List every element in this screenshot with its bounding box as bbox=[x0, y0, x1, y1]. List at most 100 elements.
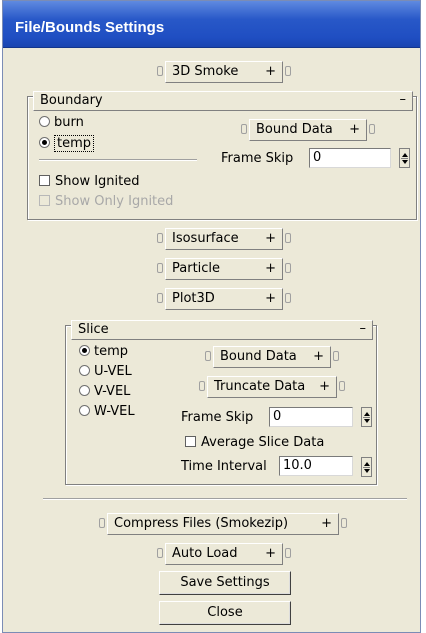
rollout-3d-smoke[interactable]: 3D Smoke + bbox=[157, 61, 297, 85]
rollout-plot3d[interactable]: Plot3D + bbox=[157, 288, 297, 312]
checkbox-box-icon bbox=[39, 175, 50, 186]
time-interval-label: Time Interval bbox=[181, 459, 267, 474]
rollout-button-particle[interactable]: Particle + bbox=[165, 258, 283, 280]
spinner-up-icon bbox=[364, 412, 370, 416]
rollout-slice-truncate-data[interactable]: Truncate Data + bbox=[199, 376, 347, 400]
spinner-down-icon bbox=[402, 160, 408, 164]
rollout-tick-left-icon bbox=[157, 548, 163, 558]
radio-dot-selected-icon bbox=[39, 137, 50, 148]
bound-data-button[interactable]: Bound Data + bbox=[249, 119, 367, 141]
bound-data-label: Bound Data bbox=[256, 122, 333, 137]
expand-plus-icon: + bbox=[265, 546, 276, 561]
expand-plus-icon: + bbox=[265, 261, 276, 276]
expand-plus-icon: + bbox=[265, 291, 276, 306]
rollout-button-plot3d[interactable]: Plot3D + bbox=[165, 288, 283, 310]
rollout-button-isosurface[interactable]: Isosurface + bbox=[165, 228, 283, 250]
expand-plus-icon: + bbox=[319, 379, 330, 394]
slice-frame-skip-input[interactable]: 0 bbox=[269, 407, 353, 427]
rollout-tick-right-icon bbox=[369, 124, 375, 134]
spinner-up-icon bbox=[364, 462, 370, 466]
boundary-panel-header[interactable]: Boundary – bbox=[33, 91, 413, 111]
rollout-label-3d-smoke: 3D Smoke bbox=[172, 64, 239, 79]
average-slice-data-label: Average Slice Data bbox=[201, 435, 325, 450]
radio-label-v-vel: V-VEL bbox=[94, 384, 131, 399]
show-only-ignited-checkbox: Show Only Ignited bbox=[39, 194, 173, 210]
show-only-ignited-label: Show Only Ignited bbox=[55, 194, 174, 209]
settings-window: File/Bounds Settings 3D Smoke + Boundary… bbox=[2, 0, 421, 633]
radio-dot-selected-icon bbox=[79, 345, 90, 356]
radio-label-burn: burn bbox=[54, 115, 84, 130]
minimize-icon[interactable]: – bbox=[400, 91, 407, 109]
window-title: File/Bounds Settings bbox=[15, 19, 165, 36]
save-settings-button[interactable]: Save Settings bbox=[159, 571, 291, 595]
rollout-label-isosurface: Isosurface bbox=[172, 231, 239, 246]
rollout-auto-load[interactable]: Auto Load + bbox=[157, 543, 297, 567]
rollout-button-3d-smoke[interactable]: 3D Smoke + bbox=[165, 61, 283, 83]
rollout-compress-files[interactable]: Compress Files (Smokezip) + bbox=[99, 513, 353, 537]
expand-plus-icon: + bbox=[313, 349, 324, 364]
bottom-separator bbox=[43, 498, 407, 500]
radio-slice-v-vel[interactable]: V-VEL bbox=[79, 384, 130, 400]
slice-frame-skip-label: Frame Skip bbox=[181, 410, 254, 425]
time-interval-input[interactable]: 10.0 bbox=[279, 456, 353, 476]
rollout-label-auto-load: Auto Load bbox=[172, 546, 238, 561]
truncate-data-button[interactable]: Truncate Data + bbox=[207, 376, 337, 398]
show-ignited-checkbox[interactable]: Show Ignited bbox=[39, 174, 140, 190]
boundary-frame-skip-spinner[interactable] bbox=[399, 148, 410, 168]
radio-slice-temp[interactable]: temp bbox=[79, 344, 128, 360]
rollout-tick-right-icon bbox=[285, 293, 291, 303]
close-button[interactable]: Close bbox=[159, 601, 291, 625]
rollout-boundary-bound-data[interactable]: Bound Data + bbox=[241, 119, 381, 143]
rollout-tick-right-icon bbox=[341, 518, 347, 528]
radio-burn[interactable]: burn bbox=[39, 115, 84, 131]
rollout-tick-left-icon bbox=[241, 124, 247, 134]
checkbox-box-icon bbox=[39, 195, 50, 206]
radio-label-w-vel: W-VEL bbox=[94, 404, 135, 419]
title-bar: File/Bounds Settings bbox=[3, 1, 420, 48]
rollout-label-compress-files: Compress Files (Smokezip) bbox=[114, 516, 289, 531]
expand-plus-icon: + bbox=[265, 64, 276, 79]
rollout-button-compress-files[interactable]: Compress Files (Smokezip) + bbox=[107, 513, 339, 535]
rollout-tick-right-icon bbox=[339, 381, 345, 391]
rollout-tick-left-icon bbox=[157, 66, 163, 76]
slice-panel-header[interactable]: Slice – bbox=[71, 320, 373, 340]
radio-label-temp: temp bbox=[54, 135, 95, 152]
spinner-down-icon bbox=[364, 469, 370, 473]
rollout-slice-bound-data[interactable]: Bound Data + bbox=[205, 346, 345, 370]
time-interval-spinner[interactable] bbox=[361, 457, 372, 477]
radio-dot-icon bbox=[79, 365, 90, 376]
slice-title: Slice bbox=[78, 322, 109, 337]
expand-plus-icon: + bbox=[321, 516, 332, 531]
boundary-frame-skip-label: Frame Skip bbox=[221, 151, 294, 166]
boundary-title: Boundary bbox=[40, 93, 103, 108]
rollout-tick-right-icon bbox=[285, 548, 291, 558]
show-ignited-label: Show Ignited bbox=[55, 174, 140, 189]
rollout-particle[interactable]: Particle + bbox=[157, 258, 297, 282]
rollout-label-particle: Particle bbox=[172, 261, 221, 276]
radio-dot-icon bbox=[39, 116, 50, 127]
boundary-frame-skip-input[interactable]: 0 bbox=[309, 148, 391, 168]
radio-dot-icon bbox=[79, 385, 90, 396]
rollout-isosurface[interactable]: Isosurface + bbox=[157, 228, 297, 252]
expand-plus-icon: + bbox=[349, 122, 360, 137]
rollout-tick-right-icon bbox=[333, 351, 339, 361]
rollout-button-auto-load[interactable]: Auto Load + bbox=[165, 543, 283, 565]
spinner-down-icon bbox=[364, 419, 370, 423]
rollout-tick-left-icon bbox=[99, 518, 105, 528]
rollout-tick-left-icon bbox=[199, 381, 205, 391]
rollout-tick-right-icon bbox=[285, 66, 291, 76]
rollout-tick-left-icon bbox=[157, 233, 163, 243]
rollout-tick-left-icon bbox=[157, 293, 163, 303]
rollout-tick-left-icon bbox=[205, 351, 211, 361]
slice-frame-skip-spinner[interactable] bbox=[361, 407, 372, 427]
expand-plus-icon: + bbox=[265, 231, 276, 246]
radio-slice-w-vel[interactable]: W-VEL bbox=[79, 404, 135, 420]
slice-bound-data-button[interactable]: Bound Data + bbox=[213, 346, 331, 368]
minimize-icon[interactable]: – bbox=[360, 320, 367, 338]
spinner-up-icon bbox=[402, 153, 408, 157]
radio-temp[interactable]: temp bbox=[39, 135, 95, 152]
truncate-data-label: Truncate Data bbox=[214, 379, 306, 394]
average-slice-data-checkbox[interactable]: Average Slice Data bbox=[185, 435, 324, 451]
radio-dot-icon bbox=[79, 405, 90, 416]
radio-slice-u-vel[interactable]: U-VEL bbox=[79, 364, 132, 380]
